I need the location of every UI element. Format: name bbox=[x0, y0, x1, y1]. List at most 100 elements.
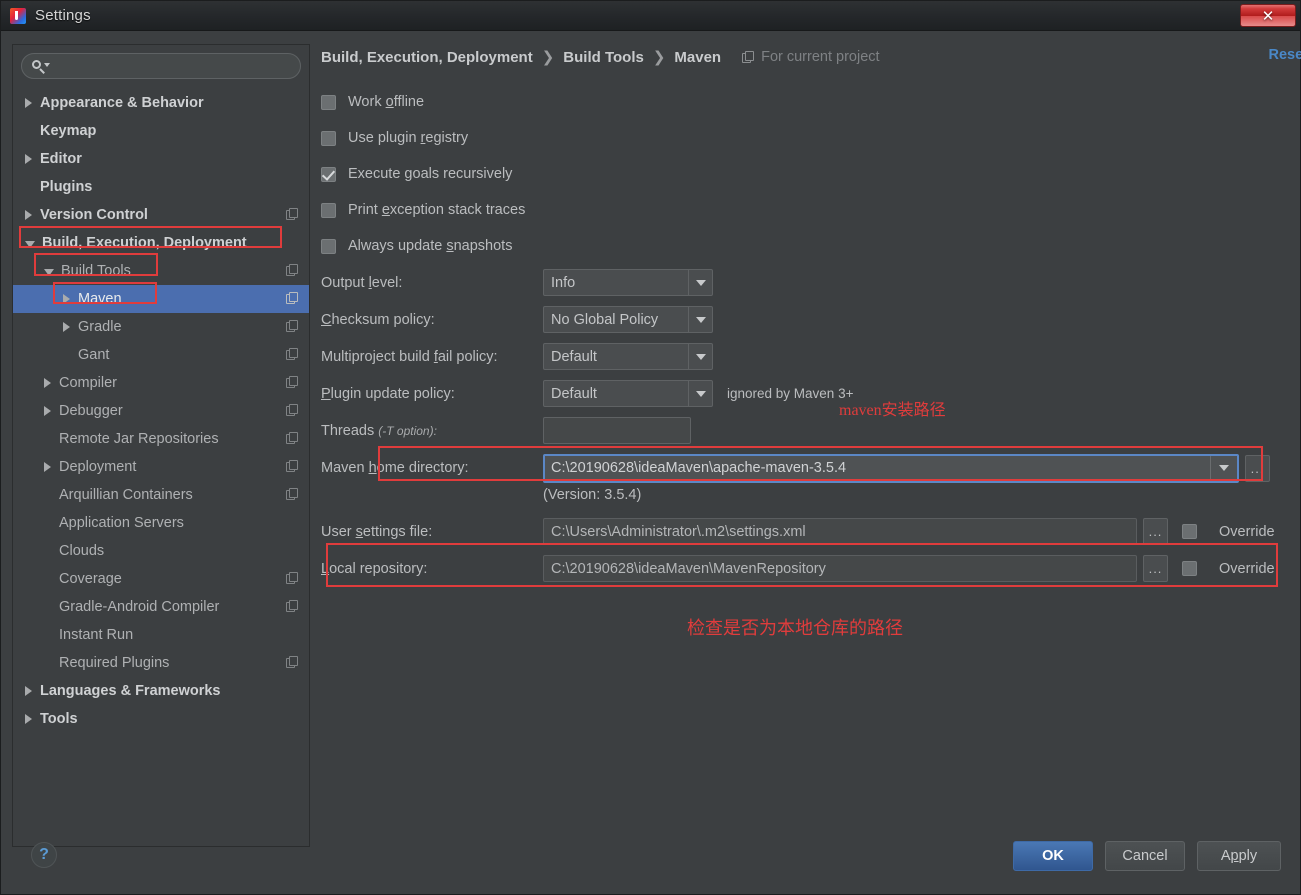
chevron-down-icon[interactable] bbox=[688, 381, 712, 406]
user-settings-override-checkbox[interactable]: Override bbox=[1182, 524, 1275, 540]
help-icon[interactable]: ? bbox=[31, 842, 57, 868]
row-output-level: Output level: Info bbox=[321, 264, 1289, 301]
sidebar-item-version-control[interactable]: Version Control bbox=[13, 201, 309, 229]
sidebar-item-editor[interactable]: Editor bbox=[13, 145, 309, 173]
user-settings-browse-button[interactable]: ... bbox=[1143, 518, 1168, 545]
sidebar-item-application-servers[interactable]: Application Servers bbox=[13, 509, 309, 537]
user-settings-file-input[interactable]: C:\Users\Administrator\.m2\settings.xml bbox=[543, 518, 1137, 545]
sidebar-item-deployment[interactable]: Deployment bbox=[13, 453, 309, 481]
chevron-right-icon[interactable] bbox=[44, 406, 51, 416]
breadcrumb-part-1[interactable]: Build, Execution, Deployment bbox=[321, 49, 533, 66]
sidebar-item-required-plugins[interactable]: Required Plugins bbox=[13, 649, 309, 677]
sidebar-item-languages-frameworks[interactable]: Languages & Frameworks bbox=[13, 677, 309, 705]
checkbox-icon[interactable] bbox=[321, 130, 336, 146]
breadcrumb-part-2[interactable]: Build Tools bbox=[563, 49, 644, 66]
settings-dialog: Settings ✕ Appearance & Behavior Keymap Ed… bbox=[0, 0, 1301, 895]
checkbox-icon[interactable] bbox=[321, 238, 336, 254]
chevron-down-icon[interactable] bbox=[1210, 455, 1237, 481]
maven-home-directory-value[interactable]: C:\20190628\ideaMaven\apache-maven-3.5.4 bbox=[545, 460, 1210, 476]
close-icon[interactable]: ✕ bbox=[1240, 4, 1296, 27]
local-repository-input[interactable]: C:\20190628\ideaMaven\MavenRepository bbox=[543, 555, 1137, 582]
checkbox-use-plugin-registry[interactable]: Use plugin registry bbox=[321, 120, 1289, 156]
combobox-checksum-policy[interactable]: No Global Policy bbox=[543, 306, 713, 333]
chevron-down-icon[interactable] bbox=[44, 268, 54, 276]
project-scope-icon bbox=[742, 50, 755, 64]
sidebar-item-gradle-android-compiler[interactable]: Gradle-Android Compiler bbox=[13, 593, 309, 621]
search-area bbox=[13, 45, 309, 83]
chevron-right-icon[interactable] bbox=[25, 210, 32, 220]
sidebar-item-compiler[interactable]: Compiler bbox=[13, 369, 309, 397]
sidebar-item-instant-run[interactable]: Instant Run bbox=[13, 621, 309, 649]
checkbox-label: Print exception stack traces bbox=[348, 202, 526, 218]
combobox-plugin-update-policy[interactable]: Default bbox=[543, 380, 713, 407]
reset-link[interactable]: Reset bbox=[1269, 47, 1301, 63]
project-scope-icon bbox=[286, 320, 299, 333]
chevron-right-icon[interactable] bbox=[25, 714, 32, 724]
sidebar-item-gant[interactable]: Gant bbox=[13, 341, 309, 369]
chevron-right-icon[interactable] bbox=[63, 294, 70, 304]
checkbox-icon[interactable] bbox=[321, 202, 336, 218]
combobox-output-level[interactable]: Info bbox=[543, 269, 713, 296]
title-bar-left: Settings bbox=[1, 7, 91, 24]
search-box[interactable] bbox=[21, 53, 301, 79]
sidebar-item-label: Plugins bbox=[40, 178, 93, 195]
chevron-right-icon[interactable] bbox=[25, 98, 32, 108]
sidebar-item-keymap[interactable]: Keymap bbox=[13, 117, 309, 145]
annotation-text: maven安装路径 bbox=[839, 402, 946, 419]
chevron-right-icon[interactable] bbox=[63, 322, 70, 332]
label-output-level: Output level: bbox=[321, 274, 403, 291]
sidebar-item-appearance-behavior[interactable]: Appearance & Behavior bbox=[13, 89, 309, 117]
sidebar-item-maven[interactable]: Maven bbox=[13, 285, 309, 313]
checkbox-label: Always update snapshots bbox=[348, 238, 513, 254]
apply-button[interactable]: Ap ply bbox=[1197, 841, 1281, 871]
checkbox-execute-goals-recursively[interactable]: Execute goals recursively bbox=[321, 156, 1289, 192]
checkbox-checked-icon[interactable] bbox=[321, 166, 336, 182]
local-repository-override-label: Override bbox=[1219, 560, 1275, 577]
sidebar-item-clouds[interactable]: Clouds bbox=[13, 537, 309, 565]
combobox-multiproject-build-fail-policy[interactable]: Default bbox=[543, 343, 713, 370]
chevron-right-icon[interactable] bbox=[44, 462, 51, 472]
sidebar-item-coverage[interactable]: Coverage bbox=[13, 565, 309, 593]
ok-button[interactable]: OK bbox=[1013, 841, 1093, 871]
local-repository-browse-button[interactable]: ... bbox=[1143, 555, 1168, 582]
row-multiproject-build-fail-policy: Multiproject build fail policy: Default bbox=[321, 338, 1289, 375]
checkbox-always-update-snapshots[interactable]: Always update snapshots bbox=[321, 228, 1289, 264]
chevron-right-icon[interactable] bbox=[25, 154, 32, 164]
checkbox-icon[interactable] bbox=[1182, 524, 1197, 539]
project-scope-icon bbox=[286, 348, 299, 361]
checkbox-print-exception-stack-traces[interactable]: Print exception stack traces bbox=[321, 192, 1289, 228]
sidebar-item-build-execution-deployment[interactable]: Build, Execution, Deployment bbox=[13, 229, 309, 257]
settings-sidebar: Appearance & Behavior Keymap Editor Plugins… bbox=[12, 44, 310, 847]
sidebar-item-remote-jar-repositories[interactable]: Remote Jar Repositories bbox=[13, 425, 309, 453]
checkbox-icon[interactable] bbox=[321, 94, 336, 110]
project-scope-icon bbox=[286, 460, 299, 473]
chevron-down-icon[interactable] bbox=[688, 270, 712, 295]
sidebar-item-gradle[interactable]: Gradle bbox=[13, 313, 309, 341]
project-scope-icon bbox=[286, 376, 299, 389]
chevron-down-icon[interactable] bbox=[25, 240, 35, 248]
breadcrumb-part-3[interactable]: Maven bbox=[674, 49, 721, 66]
checkbox-icon[interactable] bbox=[1182, 561, 1197, 576]
chevron-right-icon[interactable] bbox=[44, 378, 51, 388]
project-scope-icon bbox=[286, 264, 299, 277]
maven-home-directory-combobox[interactable]: C:\20190628\ideaMaven\apache-maven-3.5.4 bbox=[543, 453, 1239, 483]
sidebar-item-debugger[interactable]: Debugger bbox=[13, 397, 309, 425]
threads-input[interactable] bbox=[543, 417, 691, 444]
chevron-down-icon[interactable] bbox=[688, 344, 712, 369]
maven-home-browse-button[interactable]: ... bbox=[1245, 454, 1270, 482]
local-repository-override-checkbox[interactable]: Override bbox=[1182, 561, 1275, 577]
sidebar-item-tools[interactable]: Tools bbox=[13, 705, 309, 733]
search-input[interactable] bbox=[55, 58, 300, 74]
row-checksum-policy: Checksum policy: No Global Policy bbox=[321, 301, 1289, 338]
cancel-button[interactable]: Cancel bbox=[1105, 841, 1185, 871]
chevron-right-icon[interactable] bbox=[25, 686, 32, 696]
chevron-down-icon[interactable] bbox=[688, 307, 712, 332]
sidebar-item-plugins[interactable]: Plugins bbox=[13, 173, 309, 201]
checkbox-work-offline[interactable]: Work offline bbox=[321, 84, 1289, 120]
window-title: Settings bbox=[35, 7, 91, 24]
project-scope-icon bbox=[286, 432, 299, 445]
project-scope-icon bbox=[286, 292, 299, 305]
sidebar-item-build-tools[interactable]: Build Tools bbox=[13, 257, 309, 285]
sidebar-item-label: Debugger bbox=[59, 402, 123, 419]
sidebar-item-arquillian-containers[interactable]: Arquillian Containers bbox=[13, 481, 309, 509]
